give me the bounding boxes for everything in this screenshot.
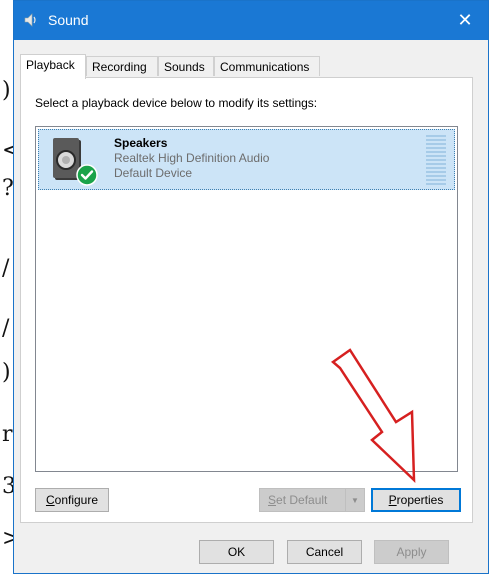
sound-app-icon xyxy=(24,13,38,27)
sound-dialog: Sound ✕ Playback Recording Sounds Commun… xyxy=(13,0,489,574)
properties-accel: P xyxy=(388,493,397,507)
green-check-icon xyxy=(76,164,98,186)
tab-communications[interactable]: Communications xyxy=(214,56,320,76)
device-status: Default Device xyxy=(114,166,193,180)
instruction-text: Select a playback device below to modify… xyxy=(35,96,318,110)
properties-button[interactable]: Properties xyxy=(371,488,461,512)
set-default-accel: S xyxy=(268,493,277,507)
volume-level-meter xyxy=(426,135,446,185)
tab-playback[interactable]: Playback xyxy=(20,54,86,79)
close-icon[interactable]: ✕ xyxy=(442,1,488,40)
configure-accel: C xyxy=(45,493,55,507)
set-default-label: et Default xyxy=(276,493,328,507)
tab-sounds[interactable]: Sounds xyxy=(158,56,214,76)
properties-label: roperties xyxy=(396,493,444,507)
device-item-speakers[interactable]: Speakers Realtek High Definition Audio D… xyxy=(38,129,455,190)
ok-button[interactable]: OK xyxy=(199,540,274,564)
playback-panel: Select a playback device below to modify… xyxy=(20,77,473,523)
title-bar[interactable]: Sound ✕ xyxy=(14,1,488,40)
configure-label: onfigure xyxy=(54,493,99,507)
window-title: Sound xyxy=(48,12,89,28)
device-list[interactable]: Speakers Realtek High Definition Audio D… xyxy=(35,126,458,472)
chevron-down-icon[interactable]: ▼ xyxy=(345,489,364,511)
set-default-button[interactable]: Set Default ▼ xyxy=(259,488,365,512)
apply-button[interactable]: Apply xyxy=(374,540,449,564)
tab-recording[interactable]: Recording xyxy=(86,56,158,76)
device-driver: Realtek High Definition Audio xyxy=(114,151,270,165)
configure-button[interactable]: Configure xyxy=(35,488,109,512)
device-name: Speakers xyxy=(114,136,168,150)
cancel-button[interactable]: Cancel xyxy=(287,540,362,564)
